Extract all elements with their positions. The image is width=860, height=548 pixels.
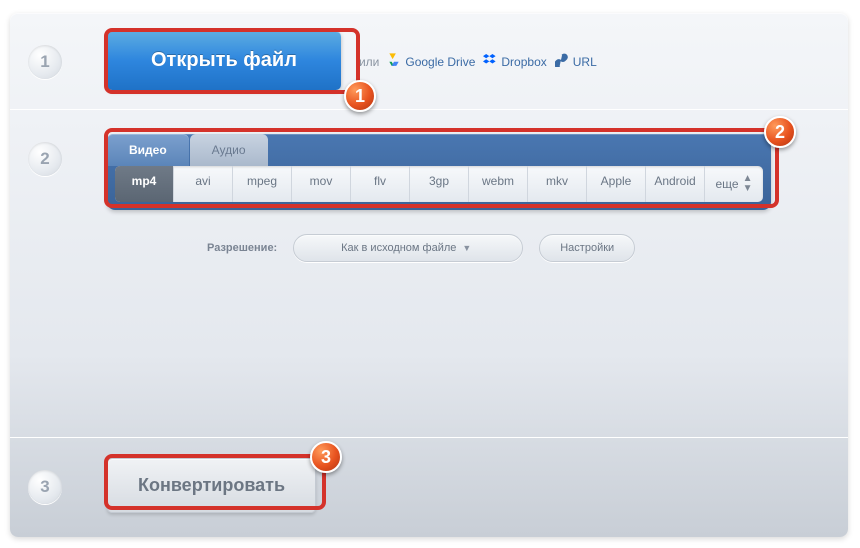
open-file-alternatives: или Google Drive Dropbox URL (359, 53, 597, 70)
format-more-label: еще (716, 177, 739, 191)
url-label: URL (573, 55, 597, 69)
url-link[interactable]: URL (555, 53, 597, 70)
format-webm[interactable]: webm (469, 166, 528, 202)
format-panel: Видео Аудио mp4 avi mpeg mov flv 3gp web… (107, 134, 771, 210)
tab-video[interactable]: Видео (107, 134, 189, 166)
step-2-badge: 2 (28, 142, 62, 176)
format-mov[interactable]: mov (292, 166, 351, 202)
format-flv[interactable]: flv (351, 166, 410, 202)
step-2-row: 2 Видео Аудио mp4 avi mpeg mov flv 3gp w… (10, 109, 848, 437)
format-3gp[interactable]: 3gp (410, 166, 469, 202)
google-drive-link[interactable]: Google Drive (387, 53, 475, 70)
settings-button[interactable]: Настройки (539, 234, 635, 262)
resolution-row: Разрешение: Как в исходном файле ▼ Настр… (207, 234, 771, 262)
format-more[interactable]: еще ▲▼ (705, 166, 763, 202)
resolution-select[interactable]: Как в исходном файле ▼ (293, 234, 523, 262)
converter-panel: 1 Открыть файл или Google Drive Dropbox (10, 13, 848, 537)
dropbox-icon (483, 53, 497, 70)
google-drive-icon (387, 53, 401, 70)
convert-button[interactable]: Конвертировать (107, 458, 316, 513)
chevron-down-icon: ▼ (462, 243, 471, 253)
format-list: mp4 avi mpeg mov flv 3gp webm mkv Apple … (115, 166, 763, 202)
google-drive-label: Google Drive (405, 55, 475, 69)
resolution-value: Как в исходном файле (341, 242, 456, 254)
resolution-label: Разрешение: (207, 242, 277, 254)
step-3-row: 3 Конвертировать (10, 437, 848, 533)
dropbox-link[interactable]: Dropbox (483, 53, 546, 70)
format-android[interactable]: Android (646, 166, 705, 202)
step-1-badge: 1 (28, 45, 62, 79)
sort-icon: ▲▼ (743, 174, 753, 194)
dropbox-label: Dropbox (501, 55, 546, 69)
media-tabs: Видео Аудио (107, 134, 771, 166)
step-3-badge: 3 (28, 470, 62, 504)
format-apple[interactable]: Apple (587, 166, 646, 202)
link-icon (555, 53, 569, 70)
format-mpeg[interactable]: mpeg (233, 166, 292, 202)
tab-audio[interactable]: Аудио (190, 134, 268, 166)
format-mkv[interactable]: mkv (528, 166, 587, 202)
or-label: или (359, 55, 379, 69)
format-mp4[interactable]: mp4 (115, 166, 174, 202)
format-avi[interactable]: avi (174, 166, 233, 202)
step-1-row: 1 Открыть файл или Google Drive Dropbox (10, 13, 848, 109)
open-file-button[interactable]: Открыть файл (107, 31, 341, 90)
